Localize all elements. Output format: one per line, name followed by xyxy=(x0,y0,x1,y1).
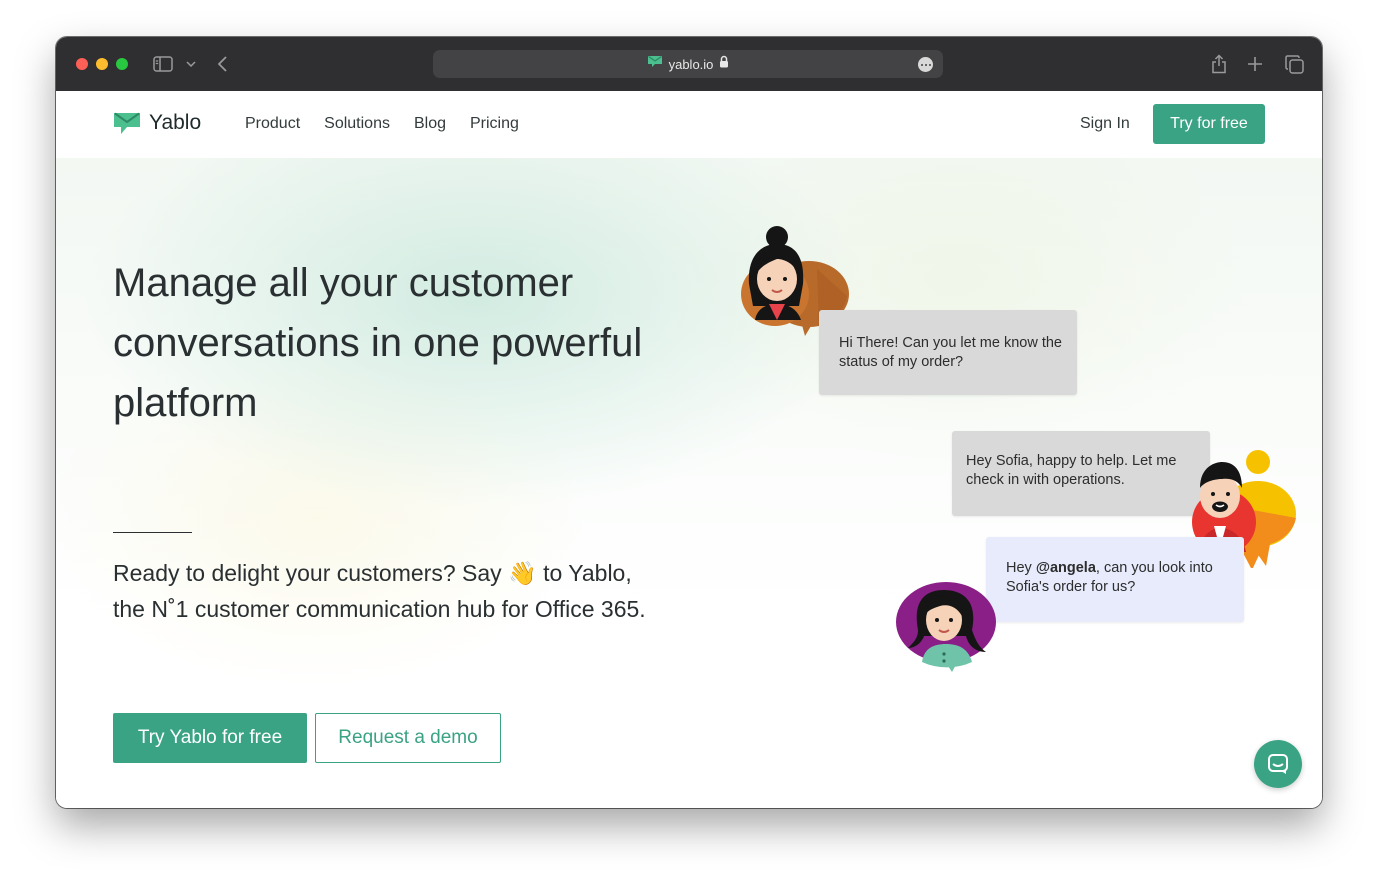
sidebar-toggle-icon[interactable] xyxy=(153,54,173,74)
mention-angela: @angela xyxy=(1035,560,1096,576)
hero-subcopy: Ready to delight your customers? Say 👋 t… xyxy=(113,555,658,627)
close-window-button[interactable] xyxy=(76,58,88,70)
hero-section: Manage all your customer conversations i… xyxy=(56,158,1322,808)
yablo-logo[interactable]: Yablo xyxy=(113,111,201,135)
zoom-window-button[interactable] xyxy=(116,58,128,70)
hero-headline: Manage all your customer conversations i… xyxy=(113,261,643,425)
mention-prefix: Hey xyxy=(1006,560,1032,576)
sign-in-link[interactable]: Sign In xyxy=(1080,115,1130,133)
more-options-icon[interactable] xyxy=(918,57,933,72)
wave-emoji-icon: 👋 xyxy=(508,560,537,586)
web-page: Manage all your customer conversations i… xyxy=(56,91,1322,808)
chat-message-3: Hey @angela, can you look into Sofia's o… xyxy=(1006,559,1238,597)
chat-bubble-customer: Hi There! Can you let me know the status… xyxy=(819,310,1077,395)
browser-toolbar: yablo.io xyxy=(56,37,1322,91)
chat-bubble-agent: Hey Sofia, happy to help. Let me check i… xyxy=(952,431,1210,516)
site-navbar: Yablo Product Solutions Blog Pricing Sig… xyxy=(56,91,1322,158)
back-arrow-icon[interactable] xyxy=(214,54,230,74)
subcopy-part-1: Ready to delight your customers? Say xyxy=(113,560,502,586)
chat-icon xyxy=(1268,754,1288,774)
tab-overview-icon[interactable] xyxy=(1283,54,1305,74)
site-favicon-icon xyxy=(647,55,663,73)
yablo-logo-icon xyxy=(114,112,140,134)
chevron-down-icon[interactable] xyxy=(184,54,198,74)
nav-product[interactable]: Product xyxy=(245,115,300,133)
nav-pricing[interactable]: Pricing xyxy=(470,115,519,133)
try-yablo-free-button[interactable]: Try Yablo for free xyxy=(113,713,307,763)
lock-icon xyxy=(719,55,729,73)
request-demo-button[interactable]: Request a demo xyxy=(315,713,501,763)
minimize-window-button[interactable] xyxy=(96,58,108,70)
nav-solutions[interactable]: Solutions xyxy=(324,115,390,133)
chat-launcher-button[interactable] xyxy=(1254,740,1302,788)
url-text: yablo.io xyxy=(668,56,714,72)
try-for-free-button[interactable]: Try for free xyxy=(1153,104,1265,144)
address-bar[interactable]: yablo.io xyxy=(433,50,943,78)
new-tab-icon[interactable] xyxy=(1245,54,1265,74)
hero-divider xyxy=(113,532,192,533)
chat-message-2: Hey Sofia, happy to help. Let me check i… xyxy=(966,453,1177,488)
nav-blog[interactable]: Blog xyxy=(414,115,446,133)
brand-name: Yablo xyxy=(149,111,202,134)
share-icon[interactable] xyxy=(1209,54,1229,74)
nav-links: Product Solutions Blog Pricing xyxy=(245,115,519,133)
chat-bubble-internal: Hey @angela, can you look into Sofia's o… xyxy=(986,537,1244,622)
colleague-avatar-angela xyxy=(894,568,1004,683)
browser-window: yablo.io Manage all your customer conver… xyxy=(56,37,1322,808)
chat-message-1: Hi There! Can you let me know the status… xyxy=(839,335,1062,370)
